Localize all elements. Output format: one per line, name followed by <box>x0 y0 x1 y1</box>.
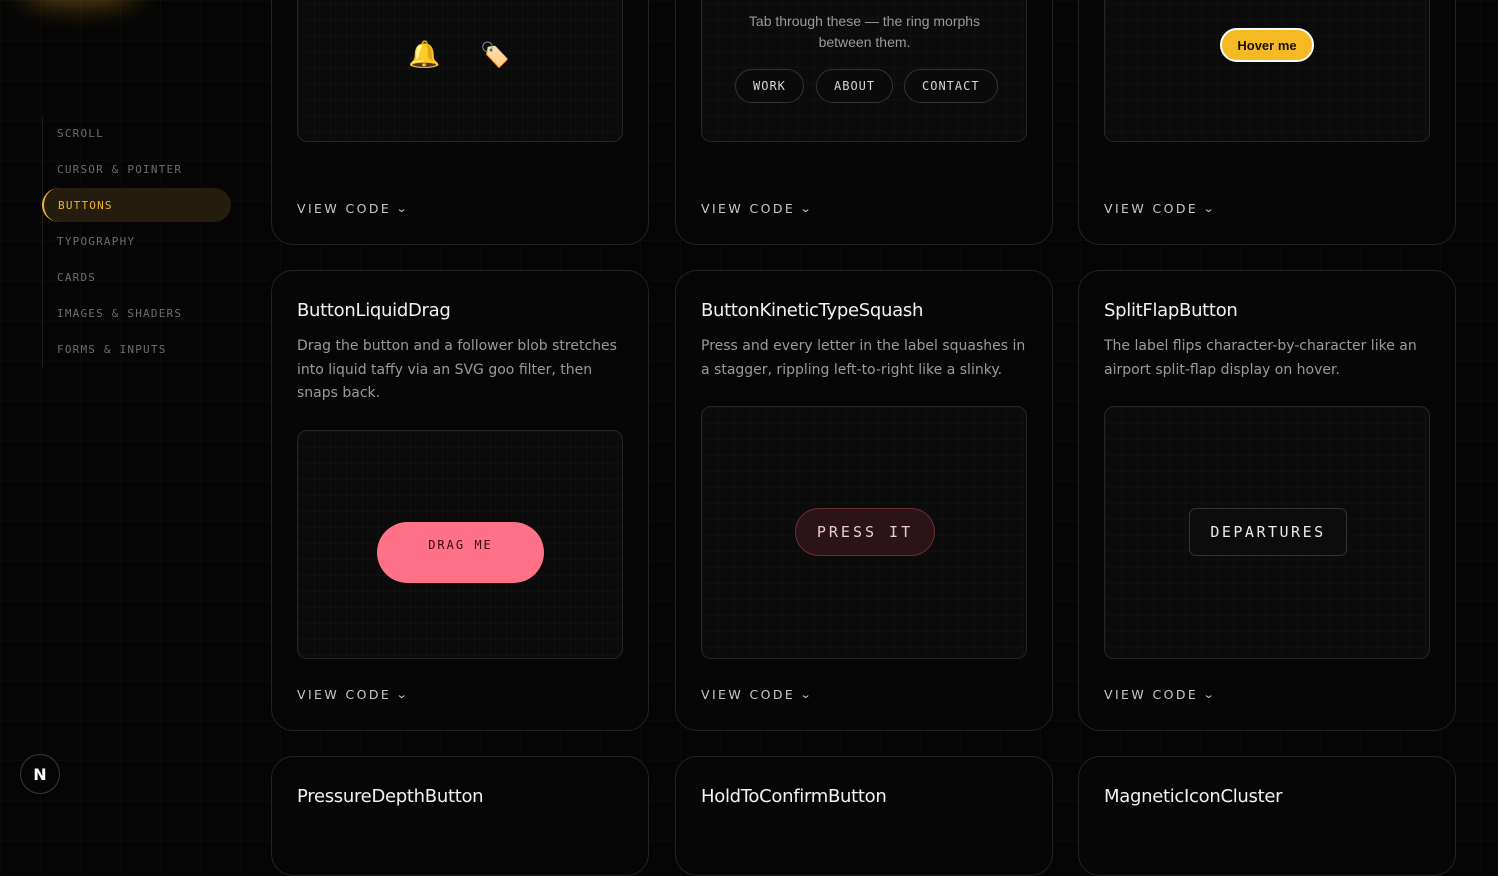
card-top-3: Hover me VIEW CODE ⌄ <box>1078 0 1456 245</box>
departures-button[interactable]: DEPARTURES <box>1189 508 1347 556</box>
hover-me-button[interactable]: Hover me <box>1220 28 1314 62</box>
view-code-label: VIEW CODE <box>297 201 392 216</box>
chevron-down-icon: ⌄ <box>395 688 408 701</box>
card-split-flap-button: SplitFlapButton The label flips characte… <box>1078 270 1456 731</box>
pill-contact[interactable]: CONTACT <box>904 69 998 103</box>
drag-me-button[interactable]: DRAG ME <box>377 522 544 583</box>
card-title: MagneticIconCluster <box>1104 786 1283 807</box>
demo-area: Tab through these — the ring morphs betw… <box>701 0 1027 142</box>
chevron-down-icon: ⌄ <box>395 202 408 215</box>
demo-area: 🔔 🏷️ <box>297 0 623 142</box>
view-code-toggle[interactable]: VIEW CODE ⌄ <box>1104 687 1215 702</box>
chevron-down-icon: ⌄ <box>1202 202 1215 215</box>
demo-area: Hover me <box>1104 0 1430 142</box>
ambient-glow <box>20 0 140 6</box>
demo-description: Tab through these — the ring morphs betw… <box>748 13 981 50</box>
sidebar-item-buttons[interactable]: BUTTONS <box>42 188 231 222</box>
card-title: SplitFlapButton <box>1104 300 1238 321</box>
card-pressure-depth-button: PressureDepthButton <box>271 756 649 876</box>
card-top-2: Tab through these — the ring morphs betw… <box>675 0 1053 245</box>
view-code-toggle[interactable]: VIEW CODE ⌄ <box>1104 201 1215 216</box>
sidebar-item-images-shaders[interactable]: IMAGES & SHADERS <box>43 296 231 330</box>
view-code-label: VIEW CODE <box>297 687 392 702</box>
card-description: Drag the button and a follower blob stre… <box>297 338 617 401</box>
card-title: ButtonKineticTypeSquash <box>701 300 924 321</box>
view-code-label: VIEW CODE <box>1104 687 1199 702</box>
card-title: HoldToConfirmButton <box>701 786 887 807</box>
sidebar-item-cursor-pointer[interactable]: CURSOR & POINTER <box>43 152 231 186</box>
chevron-down-icon: ⌄ <box>799 688 812 701</box>
view-code-toggle[interactable]: VIEW CODE ⌄ <box>701 201 812 216</box>
view-code-toggle[interactable]: VIEW CODE ⌄ <box>297 201 408 216</box>
view-code-label: VIEW CODE <box>1104 201 1199 216</box>
card-description: The label flips character-by-character l… <box>1104 338 1417 378</box>
card-button-kinetic-type-squash: ButtonKineticTypeSquash Press and every … <box>675 270 1053 731</box>
pill-work[interactable]: WORK <box>735 69 804 103</box>
tag-icon[interactable]: 🏷️ <box>480 41 510 70</box>
sidebar-item-scroll[interactable]: SCROLL <box>43 116 231 150</box>
bell-icon[interactable]: 🔔 <box>408 39 440 70</box>
sidebar-nav: SCROLL CURSOR & POINTER BUTTONS TYPOGRAP… <box>42 116 231 368</box>
card-top-1: 🔔 🏷️ VIEW CODE ⌄ <box>271 0 649 245</box>
view-code-toggle[interactable]: VIEW CODE ⌄ <box>701 687 812 702</box>
demo-area: PRESS IT <box>701 406 1027 659</box>
card-button-liquid-drag: ButtonLiquidDrag Drag the button and a f… <box>271 270 649 731</box>
sidebar-item-cards[interactable]: CARDS <box>43 260 231 294</box>
demo-area: DRAG ME <box>297 430 623 659</box>
card-title: PressureDepthButton <box>297 786 484 807</box>
sidebar-item-typography[interactable]: TYPOGRAPHY <box>43 224 231 258</box>
pill-about[interactable]: ABOUT <box>816 69 894 103</box>
view-code-label: VIEW CODE <box>701 201 796 216</box>
sidebar-item-forms-inputs[interactable]: FORMS & INPUTS <box>43 332 231 366</box>
press-it-button[interactable]: PRESS IT <box>795 508 935 556</box>
view-code-toggle[interactable]: VIEW CODE ⌄ <box>297 687 408 702</box>
framework-badge[interactable]: N <box>20 754 60 794</box>
chevron-down-icon: ⌄ <box>799 202 812 215</box>
demo-area: DEPARTURES <box>1104 406 1430 659</box>
card-description: Press and every letter in the label squa… <box>701 338 1026 378</box>
chevron-down-icon: ⌄ <box>1202 688 1215 701</box>
card-hold-to-confirm-button: HoldToConfirmButton <box>675 756 1053 876</box>
view-code-label: VIEW CODE <box>701 687 796 702</box>
card-title: ButtonLiquidDrag <box>297 300 451 321</box>
card-magnetic-icon-cluster: MagneticIconCluster <box>1078 756 1456 876</box>
